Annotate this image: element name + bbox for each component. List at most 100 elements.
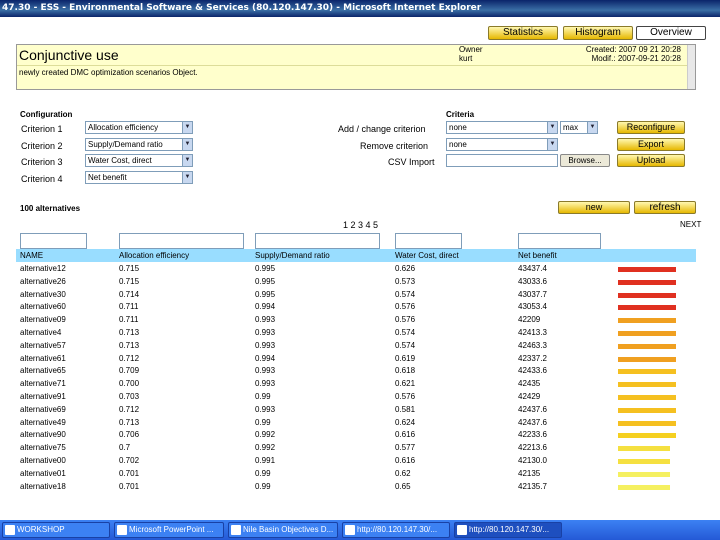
cell-net: 43037.7 xyxy=(518,289,547,299)
ranking-bar xyxy=(618,305,676,311)
next-page-link[interactable]: NEXT xyxy=(680,220,701,229)
cost-filter-input[interactable] xyxy=(395,233,462,249)
column-header-cost[interactable]: Water Cost, direct xyxy=(395,249,459,262)
cell-allocation: 0.713 xyxy=(119,340,140,350)
table-row[interactable]: alternative09 0.711 0.993 0.576 42209 xyxy=(16,314,696,327)
taskbar-item[interactable]: http://80.120.147.30/... xyxy=(454,522,562,538)
ranking-bar xyxy=(618,407,676,413)
column-header-name[interactable]: NAME xyxy=(20,249,43,262)
cell-allocation: 0.703 xyxy=(119,392,140,401)
cell-supply: 0.992 xyxy=(255,430,276,440)
net-filter-input[interactable] xyxy=(518,233,601,249)
cell-allocation: 0.702 xyxy=(119,456,140,465)
criterion-3-select[interactable]: Water Cost, direct ▼ xyxy=(85,154,193,167)
chevron-down-icon: ▼ xyxy=(547,139,557,150)
cell-cost: 0.576 xyxy=(395,392,416,401)
cell-cost: 0.577 xyxy=(395,443,416,453)
table-row[interactable]: alternative91 0.703 0.99 0.576 42429 xyxy=(16,391,696,404)
cell-supply: 0.99 xyxy=(255,417,271,427)
refresh-button[interactable]: refresh xyxy=(634,201,696,214)
name-filter-input[interactable] xyxy=(20,233,87,249)
table-row[interactable]: alternative30 0.714 0.995 0.574 43037.7 xyxy=(16,289,696,302)
table-row[interactable]: alternative90 0.706 0.992 0.616 42233.6 xyxy=(16,429,696,442)
export-button[interactable]: Export xyxy=(617,138,685,151)
criterion-1-value: Allocation efficiency xyxy=(88,123,159,132)
cell-cost: 0.581 xyxy=(395,404,416,414)
cell-net: 42130.0 xyxy=(518,456,547,465)
cell-net: 42209 xyxy=(518,315,541,325)
pagination[interactable]: 1 2 3 4 5 xyxy=(343,220,378,230)
ranking-bar xyxy=(618,369,676,375)
statistics-button[interactable]: Statistics xyxy=(488,26,558,40)
allocation-filter-input[interactable] xyxy=(119,233,244,249)
table-row[interactable]: alternative00 0.702 0.991 0.616 42130.0 xyxy=(16,455,696,468)
criterion-1-select[interactable]: Allocation efficiency ▼ xyxy=(85,121,193,134)
taskbar-item[interactable]: Microsoft PowerPoint ... xyxy=(114,522,224,538)
column-header-net[interactable]: Net benefit xyxy=(518,249,557,262)
supply-filter-input[interactable] xyxy=(255,233,380,249)
table-row[interactable]: alternative71 0.700 0.993 0.621 42435 xyxy=(16,378,696,391)
table-row[interactable]: alternative75 0.7 0.992 0.577 42213.6 xyxy=(16,442,696,455)
table-row[interactable]: alternative61 0.712 0.994 0.619 42337.2 xyxy=(16,353,696,366)
table-row[interactable]: alternative12 0.715 0.995 0.626 43437.4 xyxy=(16,263,696,276)
optimization-direction-select[interactable]: max ▼ xyxy=(560,121,598,134)
cell-supply: 0.995 xyxy=(255,264,276,273)
ranking-bar xyxy=(618,292,676,298)
ranking-bar xyxy=(618,433,676,439)
csv-file-input[interactable] xyxy=(446,154,558,167)
criterion-2-select[interactable]: Supply/Demand ratio ▼ xyxy=(85,138,193,151)
taskbar-item[interactable]: WORKSHOP xyxy=(2,522,110,538)
column-header-allocation[interactable]: Allocation efficiency xyxy=(119,249,189,262)
add-criterion-value: none xyxy=(449,123,467,132)
cell-net: 43053.4 xyxy=(518,302,547,312)
cell-supply: 0.993 xyxy=(255,366,276,376)
chevron-down-icon: ▼ xyxy=(182,172,192,183)
reconfigure-button[interactable]: Reconfigure xyxy=(617,121,685,134)
cell-net: 42135 xyxy=(518,468,541,478)
remove-criterion-select[interactable]: none ▼ xyxy=(446,138,558,151)
add-criterion-select[interactable]: none ▼ xyxy=(446,121,558,134)
cell-name: alternative09 xyxy=(20,315,66,325)
cell-name: alternative65 xyxy=(20,366,66,376)
cell-supply: 0.994 xyxy=(255,353,276,363)
overview-button[interactable]: Overview xyxy=(636,26,706,40)
folder-icon xyxy=(5,525,15,535)
header-scrollbar[interactable] xyxy=(687,45,695,89)
table-row[interactable]: alternative4 0.713 0.993 0.574 42413.3 xyxy=(16,327,696,340)
upload-button[interactable]: Upload xyxy=(617,154,685,167)
ranking-bar xyxy=(618,318,676,324)
ranking-bar xyxy=(618,356,676,362)
criterion-4-select[interactable]: Net benefit ▼ xyxy=(85,171,193,184)
table-row[interactable]: alternative01 0.701 0.99 0.62 42135 xyxy=(16,468,696,481)
table-row[interactable]: alternative49 0.713 0.99 0.624 42437.6 xyxy=(16,417,696,430)
taskbar-item[interactable]: Nile Basin Objectives D... xyxy=(228,522,338,538)
created-date: Created: 2007 09 21 20:28 xyxy=(585,45,681,54)
browse-button[interactable]: Browse... xyxy=(560,154,610,167)
table-row[interactable]: alternative26 0.715 0.995 0.573 43033.6 xyxy=(16,276,696,289)
chevron-down-icon: ▼ xyxy=(182,122,192,133)
cell-cost: 0.576 xyxy=(395,315,416,325)
cell-allocation: 0.715 xyxy=(119,276,140,286)
ranking-bar xyxy=(618,331,676,336)
criterion-3-value: Water Cost, direct xyxy=(88,156,152,165)
criterion-3-label: Criterion 3 xyxy=(21,157,63,167)
cell-name: alternative60 xyxy=(20,302,66,312)
table-row[interactable]: alternative57 0.713 0.993 0.574 42463.3 xyxy=(16,340,696,353)
ranking-bar xyxy=(618,382,676,388)
column-header-supply[interactable]: Supply/Demand ratio xyxy=(255,249,330,262)
cell-supply: 0.994 xyxy=(255,302,276,312)
cell-cost: 0.621 xyxy=(395,379,416,389)
cell-cost: 0.574 xyxy=(395,289,416,299)
new-button[interactable]: new xyxy=(558,201,630,214)
cell-name: alternative49 xyxy=(20,417,66,427)
cell-name: alternative71 xyxy=(20,379,66,389)
table-row[interactable]: alternative60 0.711 0.994 0.576 43053.4 xyxy=(16,301,696,314)
cell-name: alternative18 xyxy=(20,481,66,491)
table-row[interactable]: alternative69 0.712 0.993 0.581 42437.6 xyxy=(16,404,696,417)
table-row[interactable]: alternative18 0.701 0.99 0.65 42135.7 xyxy=(16,481,696,494)
object-description: newly created DMC optimization scenarios… xyxy=(17,65,695,79)
table-row[interactable]: alternative65 0.709 0.993 0.618 42433.6 xyxy=(16,365,696,378)
ranking-bar xyxy=(618,459,671,464)
taskbar-item[interactable]: http://80.120.147.30/... xyxy=(342,522,450,538)
histogram-button[interactable]: Histogram xyxy=(563,26,633,40)
